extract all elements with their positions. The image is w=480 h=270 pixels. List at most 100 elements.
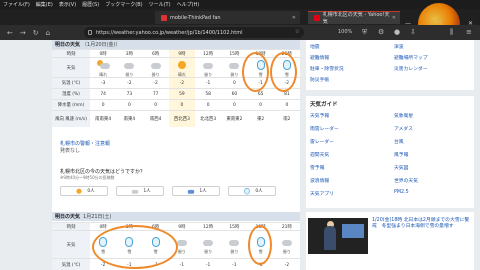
tomorrow-header-date: 1月21日(土) xyxy=(83,214,112,220)
extension-icon[interactable]: ⚙ xyxy=(378,28,384,36)
warning-link[interactable]: 札幌市の警報・注意報 xyxy=(60,140,110,147)
temp-cell: -1 xyxy=(232,262,237,268)
weather-guide-link[interactable]: 週間天気 xyxy=(310,151,329,158)
bookmark-star-icon[interactable]: ☆ xyxy=(295,28,300,35)
close-tab-icon[interactable]: ✕ xyxy=(292,15,296,21)
wind-direction: 東南東 xyxy=(226,116,240,122)
weather-guide-link[interactable]: PM2.5 xyxy=(394,190,409,195)
library-icon[interactable]: ⫼ xyxy=(450,28,453,37)
weather-label: 曇り xyxy=(204,248,213,254)
weather-cell: 晴れ xyxy=(168,58,195,78)
cloud-weather-icon xyxy=(281,237,293,248)
menu-view[interactable]: 表示(V) xyxy=(59,1,76,8)
wind-cell: 南南東 4 xyxy=(90,111,116,127)
sidebar-link[interactable]: 避難場所マップ xyxy=(394,54,428,61)
sidebar-link[interactable]: 災害カレンダー xyxy=(394,65,428,72)
weather-guide-link[interactable]: 雨雲レーダー xyxy=(310,125,339,132)
reload-icon[interactable]: ↻ xyxy=(33,29,39,37)
weather-guide-link[interactable]: 世界の天気 xyxy=(394,177,418,184)
tab-label: 札幌市北区の天気 - Yahoo!天気 xyxy=(322,12,390,25)
weather-poll: 札幌市北区の今の天気はどうですか？ ※9時40分〜9時50分の投稿数 0人 1人 1… xyxy=(52,164,300,212)
back-arrow-icon[interactable]: ← xyxy=(7,29,13,37)
menu-bar: ファイル(F) 編集(E) 表示(V) 履歴(S) ブックマーク(B) ツール(… xyxy=(0,0,480,9)
warning-status: 発表なし xyxy=(60,148,81,154)
menu-history[interactable]: 履歴(S) xyxy=(82,1,99,8)
row-label: 天気 xyxy=(52,231,90,259)
close-tab-icon[interactable]: ✕ xyxy=(392,15,396,21)
forecast-row-wind: 風向 風速 (m/s) 南南東 4 南東 4 南西 4 西北西 3 北北西 3 東南東 2 東 2 南 2 xyxy=(52,110,300,127)
tab-label: mobile-ThinkPad fan xyxy=(170,14,221,21)
weather-guide-title: 天気ガイド xyxy=(310,102,338,108)
weather-label: 曇り xyxy=(151,71,160,77)
thinkpad-favicon-icon xyxy=(161,14,167,21)
weather-label: 曇り xyxy=(230,71,239,77)
menu-bookmarks[interactable]: ブックマーク(B) xyxy=(105,1,142,8)
poll-count: 1人 xyxy=(143,189,151,194)
sidebar-link[interactable]: 駐車・除雪状況 xyxy=(310,65,344,72)
poll-option-snow[interactable]: 0人 xyxy=(228,186,276,196)
weather-label: 曇り xyxy=(230,248,239,254)
menu-help[interactable]: ヘルプ(H) xyxy=(177,1,200,8)
wind-direction: 北北西 xyxy=(200,116,214,122)
cloud-weather-icon xyxy=(150,60,162,71)
forward-arrow-icon[interactable]: → xyxy=(20,29,26,37)
menu-tools[interactable]: ツール(T) xyxy=(149,1,171,8)
weather-guide-link[interactable]: 天気図 xyxy=(394,164,408,171)
weather-guide-link[interactable]: 雪予報 xyxy=(310,164,324,171)
sidebar-link[interactable]: 避難情報 xyxy=(310,54,329,61)
cloud-weather-icon xyxy=(228,60,240,71)
downloads-icon[interactable]: ⇩ xyxy=(410,28,416,36)
cloud-weather-icon xyxy=(202,60,214,71)
row-label: 天気 xyxy=(52,58,90,78)
menu-edit[interactable]: 編集(E) xyxy=(36,1,53,8)
zoom-level[interactable]: 100% xyxy=(338,29,352,35)
home-icon[interactable]: ⌂ xyxy=(46,29,50,37)
sun-cloud-weather-icon xyxy=(97,59,111,71)
weather-guide-link[interactable]: 雷レーダー xyxy=(310,138,334,145)
row-label: 風向 風速 (m/s) xyxy=(52,111,90,127)
poll-option-rain[interactable]: 1人 xyxy=(172,186,220,196)
menu-hamburger-icon[interactable]: ≡ xyxy=(466,28,472,36)
wind-cell: 南西 4 xyxy=(143,111,169,127)
tab-yahoo-weather[interactable]: 札幌市北区の天気 - Yahoo!天気 ✕ xyxy=(308,11,400,25)
weather-guide-link[interactable]: 気象衛星 xyxy=(394,112,413,119)
tab-thinkpad[interactable]: mobile-ThinkPad fan ✕ xyxy=(155,11,300,24)
sidebar-link[interactable]: 防災手帳 xyxy=(310,76,329,83)
poll-option-sun[interactable]: 0人 xyxy=(60,186,108,196)
menu-file[interactable]: ファイル(F) xyxy=(3,1,30,8)
poll-option-cloud[interactable]: 1人 xyxy=(116,186,164,196)
temp-cell: -2 xyxy=(284,262,290,268)
video-caption-link[interactable]: 1/20(金)18時 北日本は2月頭までの大雪に警戒 冬型強まり日本海側で雪の量… xyxy=(372,218,472,230)
tab-bar: mobile-ThinkPad fan ✕ 札幌市北区の天気 - Yahoo!天… xyxy=(0,3,480,45)
today-header-title: 明日の天気 xyxy=(55,42,81,48)
wind-direction: 南南東 xyxy=(95,116,109,122)
shield-icon[interactable]: ⛨ xyxy=(362,28,367,37)
wind-cell: 南東 4 xyxy=(116,111,142,127)
main-content: 明日の天気 （1月20日(金)） 時刻 0時 3時 6時 9時 12時 15時 18時 21時天… xyxy=(52,40,300,270)
weather-guide-link[interactable]: 天気予報 xyxy=(310,112,329,119)
navigation-bar: ← → ↻ ⌂ https://weather.yahoo.co.jp/weat… xyxy=(0,25,480,40)
sidebar-link[interactable]: 地震 xyxy=(310,43,320,50)
url-text: https://weather.yahoo.co.jp/weather/jp/1… xyxy=(96,29,243,36)
video-thumbnail[interactable] xyxy=(308,218,368,254)
weather-guide-link[interactable]: 台風 xyxy=(394,138,404,145)
wind-direction: 南西 xyxy=(149,116,159,122)
address-bar[interactable]: https://weather.yahoo.co.jp/weather/jp/1… xyxy=(84,27,304,38)
weather-guide-link[interactable]: 天気アプリ xyxy=(310,190,334,197)
temp-cell: -1 xyxy=(205,262,211,268)
wind-direction: 西北西 xyxy=(173,116,188,122)
wind-cell: 東2 xyxy=(248,111,274,127)
cloud-weather-icon xyxy=(228,237,240,248)
sidebar-link[interactable]: 津波 xyxy=(394,43,404,50)
wind-speed: 4 xyxy=(158,116,162,122)
today-header: 明日の天気 （1月20日(金)） xyxy=(52,40,300,49)
weather-guide-link[interactable]: 波浪情報 xyxy=(310,177,329,184)
wind-cell: 西北西 3 xyxy=(168,111,195,127)
weather-guide-link[interactable]: アメダス xyxy=(394,125,413,132)
forecast-row-precip: 降水量 (mm) 0 0 0 0 0 0 0 0 xyxy=(52,99,300,111)
poll-count: 1人 xyxy=(199,189,207,194)
weather-guide-box: 天気ガイド 天気予報 気象衛星雨雲レーダー アメダス雷レーダー 台風週間天気 風予報雪予… xyxy=(306,96,474,208)
account-icon[interactable]: ● xyxy=(394,28,400,36)
presenter-body xyxy=(324,226,336,250)
weather-guide-link[interactable]: 風予報 xyxy=(394,151,408,158)
